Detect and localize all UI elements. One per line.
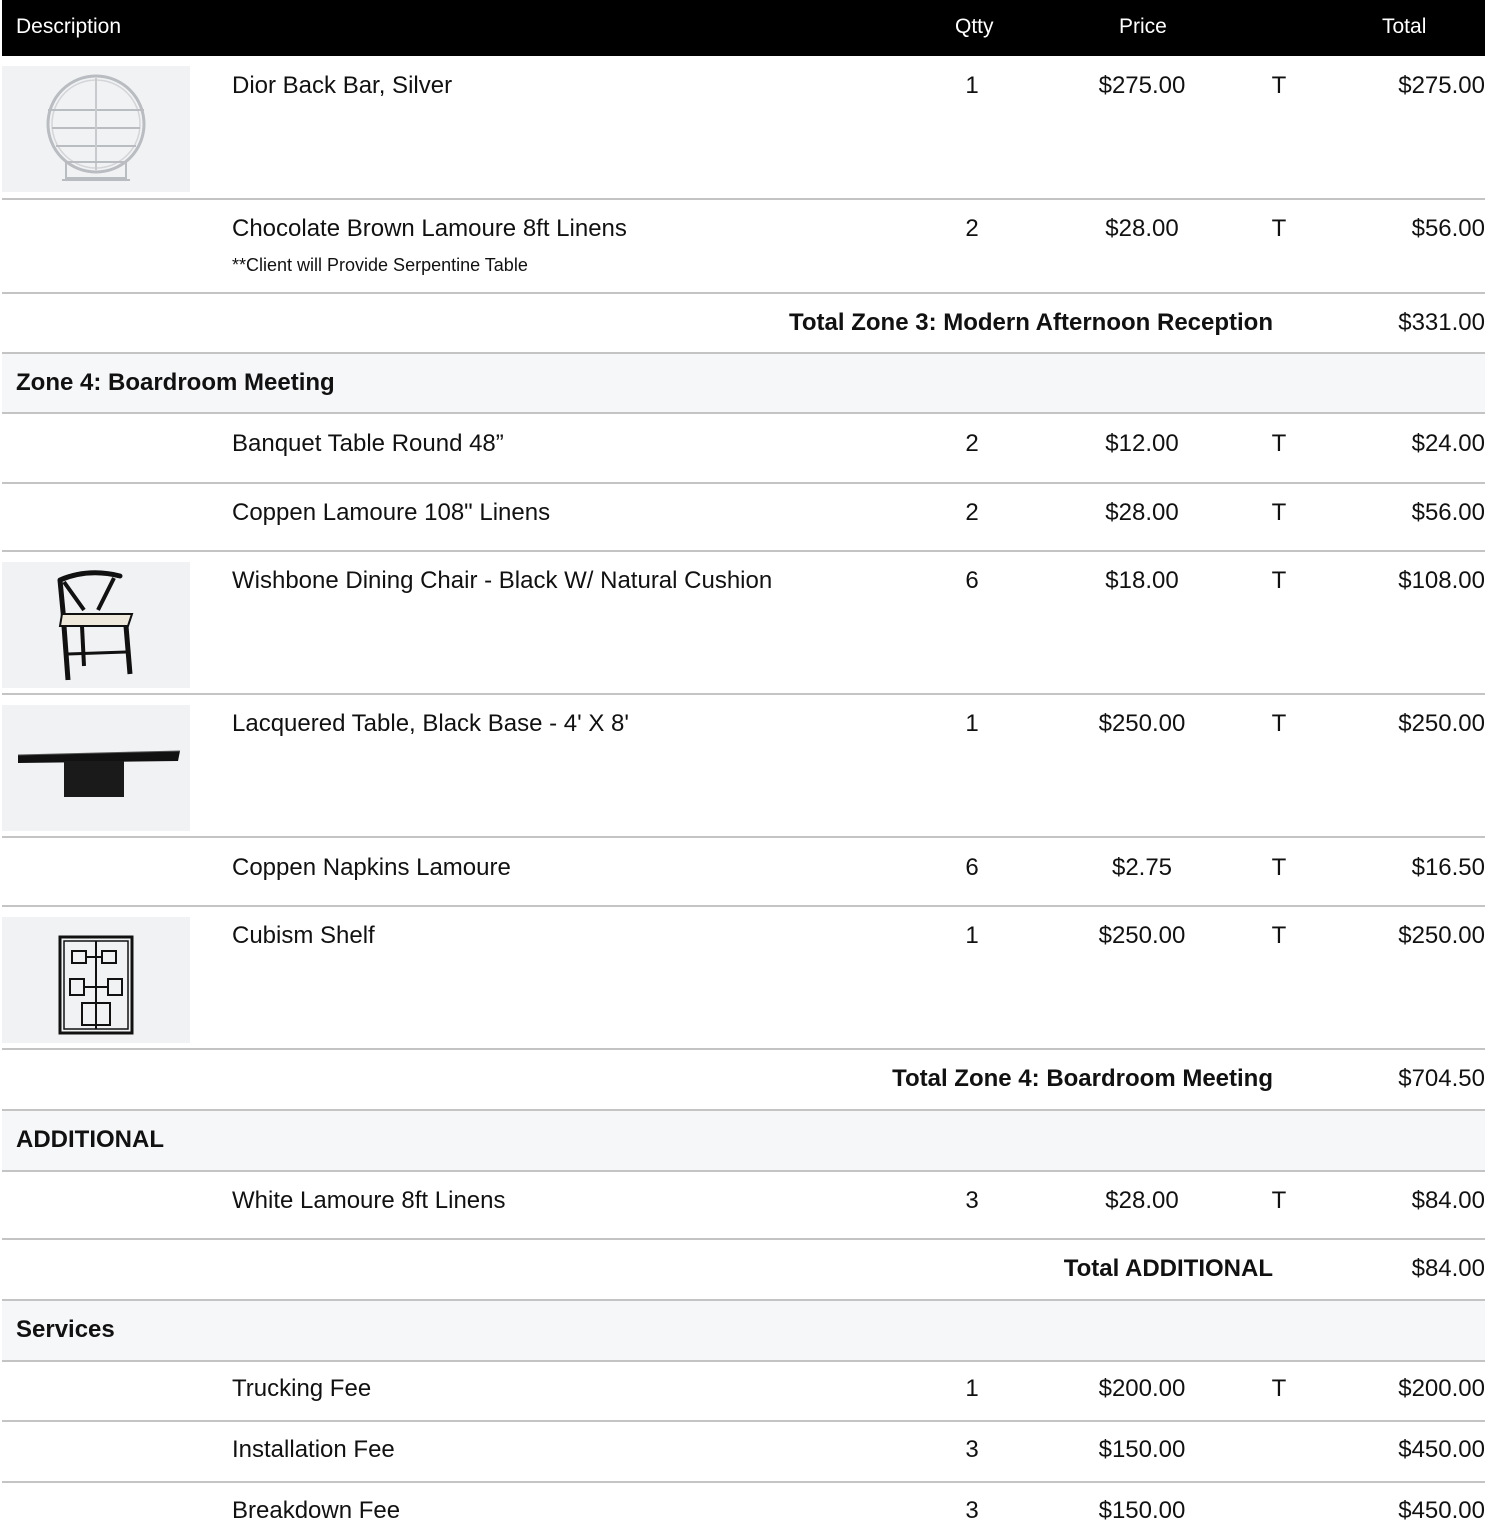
item-image	[2, 562, 190, 688]
item-tax-flag: T	[1271, 922, 1287, 949]
item-note: **Client will Provide Serpentine Table	[232, 255, 528, 275]
item-price: $28.00	[1105, 499, 1179, 526]
cubism-shelf-icon	[58, 935, 134, 1035]
header-description: Description	[16, 15, 122, 38]
item-tax-flag: T	[1271, 710, 1287, 737]
line-item-coppen-108-linens: Coppen Lamoure 108" Linens 2 $28.00 T $5…	[2, 484, 1485, 552]
line-item-wishbone-chair: Wishbone Dining Chair - Black W/ Natural…	[2, 552, 1485, 695]
item-tax-flag: T	[1271, 567, 1287, 594]
item-description: Trucking Fee	[232, 1375, 372, 1402]
item-qty: 1	[965, 72, 979, 99]
item-tax-flag: T	[1271, 1375, 1287, 1402]
item-total: $200.00	[1398, 1375, 1485, 1402]
line-item-chocolate-linens: Chocolate Brown Lamoure 8ft Linens **Cli…	[2, 200, 1485, 294]
round-back-bar-icon	[46, 74, 146, 181]
item-total: $16.50	[1411, 854, 1485, 881]
zone-title: Services	[16, 1316, 115, 1343]
item-qty: 3	[965, 1187, 979, 1214]
subtotal-amount: $84.00	[1411, 1255, 1485, 1282]
item-total: $450.00	[1398, 1497, 1485, 1524]
subtotal-zone-4: Total Zone 4: Boardroom Meeting $704.50	[2, 1050, 1485, 1111]
zone-heading-additional: ADDITIONAL	[2, 1111, 1485, 1172]
subtotal-amount: $704.50	[1398, 1065, 1485, 1092]
line-item-dior-back-bar: Dior Back Bar, Silver 1 $275.00 T $275.0…	[2, 56, 1485, 200]
item-qty: 6	[965, 854, 979, 881]
item-description: Lacquered Table, Black Base - 4' X 8'	[232, 710, 629, 737]
item-tax-flag: T	[1271, 499, 1287, 526]
subtotal-zone-3: Total Zone 3: Modern Afternoon Reception…	[2, 294, 1485, 354]
item-total: $56.00	[1411, 215, 1485, 242]
item-qty: 1	[965, 710, 979, 737]
item-qty: 2	[965, 430, 979, 457]
item-price: $2.75	[1111, 854, 1173, 881]
line-item-lacquered-table: Lacquered Table, Black Base - 4' X 8' 1 …	[2, 695, 1485, 838]
item-price: $250.00	[1098, 922, 1186, 949]
item-image	[2, 66, 190, 192]
item-description: Installation Fee	[232, 1436, 395, 1463]
item-total: $450.00	[1398, 1436, 1485, 1463]
zone-title: Zone 4: Boardroom Meeting	[16, 369, 335, 396]
item-price: $18.00	[1105, 567, 1179, 594]
line-item-installation-fee: Installation Fee 3 $150.00 $450.00	[2, 1422, 1485, 1483]
item-tax-flag: T	[1271, 215, 1287, 242]
item-tax-flag: T	[1271, 430, 1287, 457]
item-description: Coppen Napkins Lamoure	[232, 854, 511, 881]
zone-title: ADDITIONAL	[16, 1126, 164, 1153]
item-total: $56.00	[1411, 499, 1485, 526]
line-item-trucking-fee: Trucking Fee 1 $200.00 T $200.00	[2, 1362, 1485, 1422]
item-price: $200.00	[1098, 1375, 1186, 1402]
item-description: Banquet Table Round 48”	[232, 430, 504, 457]
item-qty: 2	[965, 215, 979, 242]
item-total: $84.00	[1411, 1187, 1485, 1214]
item-description: Coppen Lamoure 108" Linens	[232, 499, 551, 526]
item-image	[2, 705, 190, 831]
item-description: Dior Back Bar, Silver	[232, 72, 453, 99]
item-price: $28.00	[1105, 1187, 1179, 1214]
item-price: $250.00	[1098, 710, 1186, 737]
item-qty: 1	[965, 1375, 979, 1402]
item-total: $108.00	[1398, 567, 1485, 594]
black-table-icon	[17, 750, 181, 797]
wishbone-chair-icon	[57, 570, 134, 681]
subtotal-label: Total Zone 3: Modern Afternoon Reception	[789, 309, 1273, 336]
item-tax-flag: T	[1271, 72, 1287, 99]
header-qty: Qtty	[955, 15, 994, 38]
item-description: Chocolate Brown Lamoure 8ft Linens	[232, 215, 627, 242]
item-qty: 3	[965, 1497, 979, 1524]
item-tax-flag: T	[1271, 854, 1287, 881]
item-price: $28.00	[1105, 215, 1179, 242]
item-description: Cubism Shelf	[232, 922, 375, 949]
item-qty: 6	[965, 567, 979, 594]
item-price: $275.00	[1098, 72, 1186, 99]
item-qty: 3	[965, 1436, 979, 1463]
item-image	[2, 917, 190, 1043]
line-item-breakdown-fee: Breakdown Fee 3 $150.00 $450.00	[2, 1483, 1485, 1528]
line-item-cubism-shelf: Cubism Shelf 1 $250.00 T $250.00	[2, 907, 1485, 1050]
line-item-banquet-table: Banquet Table Round 48” 2 $12.00 T $24.0…	[2, 414, 1485, 484]
item-description: Wishbone Dining Chair - Black W/ Natural…	[232, 567, 773, 594]
table-header: Description Qtty Price Total	[2, 0, 1485, 56]
item-total: $24.00	[1411, 430, 1485, 457]
subtotal-label: Total Zone 4: Boardroom Meeting	[892, 1065, 1273, 1092]
item-description: Breakdown Fee	[232, 1497, 401, 1524]
header-total: Total	[1382, 15, 1427, 38]
item-price: $150.00	[1098, 1497, 1186, 1524]
item-tax-flag: T	[1271, 1187, 1287, 1214]
item-description: White Lamoure 8ft Linens	[232, 1187, 506, 1214]
subtotal-additional: Total ADDITIONAL $84.00	[2, 1240, 1485, 1301]
header-price: Price	[1119, 15, 1167, 38]
item-total: $250.00	[1398, 922, 1485, 949]
zone-heading-services: Services	[2, 1301, 1485, 1362]
zone-heading-boardroom: Zone 4: Boardroom Meeting	[2, 354, 1485, 414]
subtotal-amount: $331.00	[1398, 309, 1485, 336]
item-qty: 1	[965, 922, 979, 949]
line-item-coppen-napkins: Coppen Napkins Lamoure 6 $2.75 T $16.50	[2, 838, 1485, 907]
line-item-white-linens: White Lamoure 8ft Linens 3 $28.00 T $84.…	[2, 1172, 1485, 1240]
item-price: $12.00	[1105, 430, 1179, 457]
item-total: $250.00	[1398, 710, 1485, 737]
item-total: $275.00	[1398, 72, 1485, 99]
item-qty: 2	[965, 499, 979, 526]
subtotal-label: Total ADDITIONAL	[1063, 1255, 1273, 1282]
item-price: $150.00	[1098, 1436, 1186, 1463]
